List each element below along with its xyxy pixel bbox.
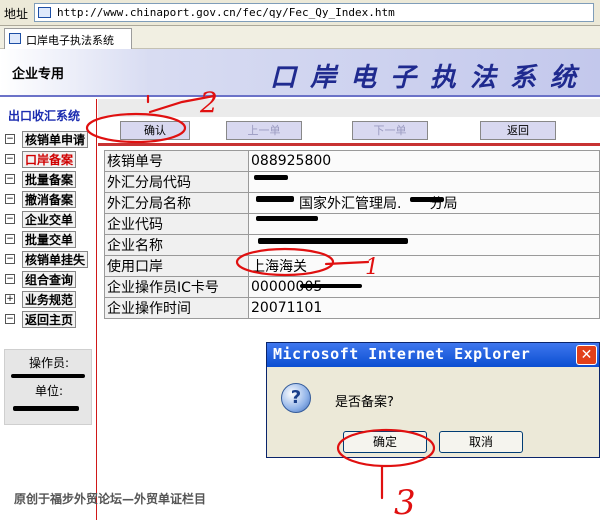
sidebar-section-title: 出口收汇系统 [8, 109, 81, 123]
main-top-strip [98, 99, 600, 117]
redaction-mark [256, 196, 294, 202]
redaction-mark [11, 374, 85, 378]
ok-button[interactable]: 确定 [343, 431, 427, 453]
sidebar-item-label[interactable]: 返回主页 [22, 311, 77, 328]
table-row: 核销单号 088925800 [104, 150, 600, 172]
field-value [248, 171, 600, 193]
sidebar: 出口收汇系统 − 核销单申请 − 口岸备案 − 批量备案 − 撤消备案 − 企业… [0, 99, 96, 520]
collapse-icon[interactable]: − [5, 154, 15, 164]
sidebar-item-business-rules[interactable]: + 业务规范 [5, 291, 93, 308]
collapse-icon[interactable]: − [5, 174, 15, 184]
operator-label: 操作员: [28, 356, 70, 370]
tab-strip: 口岸电子执法系统 [0, 26, 600, 49]
system-title: 口岸电子执法系统 [270, 63, 591, 93]
expand-icon[interactable]: + [5, 294, 15, 304]
redaction-mark [13, 406, 79, 411]
table-row: 使用口岸 上海海关 [104, 255, 600, 277]
field-value: 上海海关 [248, 255, 600, 277]
sidebar-item-label[interactable]: 业务规范 [22, 291, 77, 308]
table-row: 企业操作时间 20071101 [104, 297, 600, 319]
collapse-icon[interactable]: − [5, 214, 15, 224]
toolbar: 确认 上一单 下一单 返回 [98, 117, 600, 143]
browser-tab[interactable]: 口岸电子执法系统 [4, 28, 132, 49]
sidebar-item-batch-submit[interactable]: − 批量交单 [5, 231, 93, 248]
operator-panel: 操作员: 单位: [4, 349, 92, 425]
page-header: 企业专用 口岸电子执法系统 [0, 49, 600, 97]
redaction-mark [410, 197, 444, 202]
close-icon[interactable]: ✕ [576, 345, 597, 365]
address-input[interactable]: http://www.chinaport.gov.cn/fec/qy/Fec_Q… [34, 3, 594, 22]
field-label: 企业操作员IC卡号 [104, 276, 249, 298]
sidebar-item-label[interactable]: 口岸备案 [22, 151, 77, 168]
field-value: 国家外汇管理局. 分局 [248, 192, 600, 214]
field-label: 企业代码 [104, 213, 249, 235]
collapse-icon[interactable]: − [5, 274, 15, 284]
sidebar-item-port-filing[interactable]: − 口岸备案 [5, 151, 93, 168]
sidebar-item-label[interactable]: 批量交单 [22, 231, 77, 248]
sidebar-item-label[interactable]: 撤消备案 [22, 191, 77, 208]
field-label: 外汇分局代码 [104, 171, 249, 193]
question-icon: ? [281, 383, 311, 413]
cancel-button[interactable]: 取消 [439, 431, 523, 453]
redaction-mark [300, 284, 362, 288]
collapse-icon[interactable]: − [5, 254, 15, 264]
annotation-number-3: 3 [394, 483, 416, 520]
field-label: 使用口岸 [104, 255, 249, 277]
back-button[interactable]: 返回 [480, 121, 556, 140]
toolbar-divider [98, 143, 600, 146]
sidebar-item-cancel-filing[interactable]: − 撤消备案 [5, 191, 93, 208]
filing-detail-table: 核销单号 088925800 外汇分局代码 外汇分局名称 国家外汇管理局. 分局… [104, 150, 600, 319]
collapse-icon[interactable]: − [5, 234, 15, 244]
collapse-icon[interactable]: − [5, 314, 15, 324]
page-icon [9, 33, 21, 44]
redaction-mark [256, 216, 318, 221]
sidebar-item-batch-filing[interactable]: − 批量备案 [5, 171, 93, 188]
dialog-titlebar[interactable]: Microsoft Internet Explorer ✕ [267, 343, 599, 367]
header-left-label: 企业专用 [12, 67, 65, 82]
table-row: 外汇分局名称 国家外汇管理局. 分局 [104, 192, 600, 214]
sidebar-item-report-loss[interactable]: − 核销单挂失 [5, 251, 93, 268]
field-value: 20071101 [248, 297, 600, 319]
table-row: 企业代码 [104, 213, 600, 235]
sidebar-item-submit-docs[interactable]: − 企业交单 [5, 211, 93, 228]
redaction-mark [258, 238, 408, 244]
field-value: 088925800 [248, 150, 600, 172]
field-label: 核销单号 [104, 150, 249, 172]
sidebar-item-label[interactable]: 组合查询 [22, 271, 77, 288]
sidebar-item-verification-apply[interactable]: − 核销单申请 [5, 131, 93, 148]
field-label: 企业操作时间 [104, 297, 249, 319]
confirm-dialog: Microsoft Internet Explorer ✕ ? 是否备案? 确定… [266, 342, 600, 458]
redaction-mark [254, 175, 288, 180]
sidebar-item-combined-query[interactable]: − 组合查询 [5, 271, 93, 288]
field-label: 外汇分局名称 [104, 192, 249, 214]
sidebar-divider [96, 99, 97, 520]
table-row: 外汇分局代码 [104, 171, 600, 193]
collapse-icon[interactable]: − [5, 134, 15, 144]
next-button[interactable]: 下一单 [352, 121, 428, 140]
address-label: 地址 [4, 7, 29, 21]
sidebar-item-label[interactable]: 核销单申请 [22, 131, 89, 148]
field-label: 企业名称 [104, 234, 249, 256]
sidebar-item-label[interactable]: 批量备案 [22, 171, 77, 188]
watermark-text: 原创于福步外贸论坛—外贸单证栏目 [14, 492, 207, 506]
address-bar: 地址 http://www.chinaport.gov.cn/fec/qy/Fe… [0, 0, 600, 26]
sidebar-item-home[interactable]: − 返回主页 [5, 311, 93, 328]
prev-button[interactable]: 上一单 [226, 121, 302, 140]
confirm-button[interactable]: 确认 [120, 121, 190, 140]
dialog-title: Microsoft Internet Explorer [273, 345, 531, 363]
sidebar-item-label[interactable]: 企业交单 [22, 211, 77, 228]
sidebar-item-label[interactable]: 核销单挂失 [22, 251, 89, 268]
unit-label: 单位: [34, 384, 64, 398]
browser-tab-title: 口岸电子执法系统 [26, 34, 114, 47]
page-icon [38, 7, 51, 18]
dialog-message: 是否备案? [335, 395, 394, 410]
address-url: http://www.chinaport.gov.cn/fec/qy/Fec_Q… [57, 6, 395, 19]
collapse-icon[interactable]: − [5, 194, 15, 204]
